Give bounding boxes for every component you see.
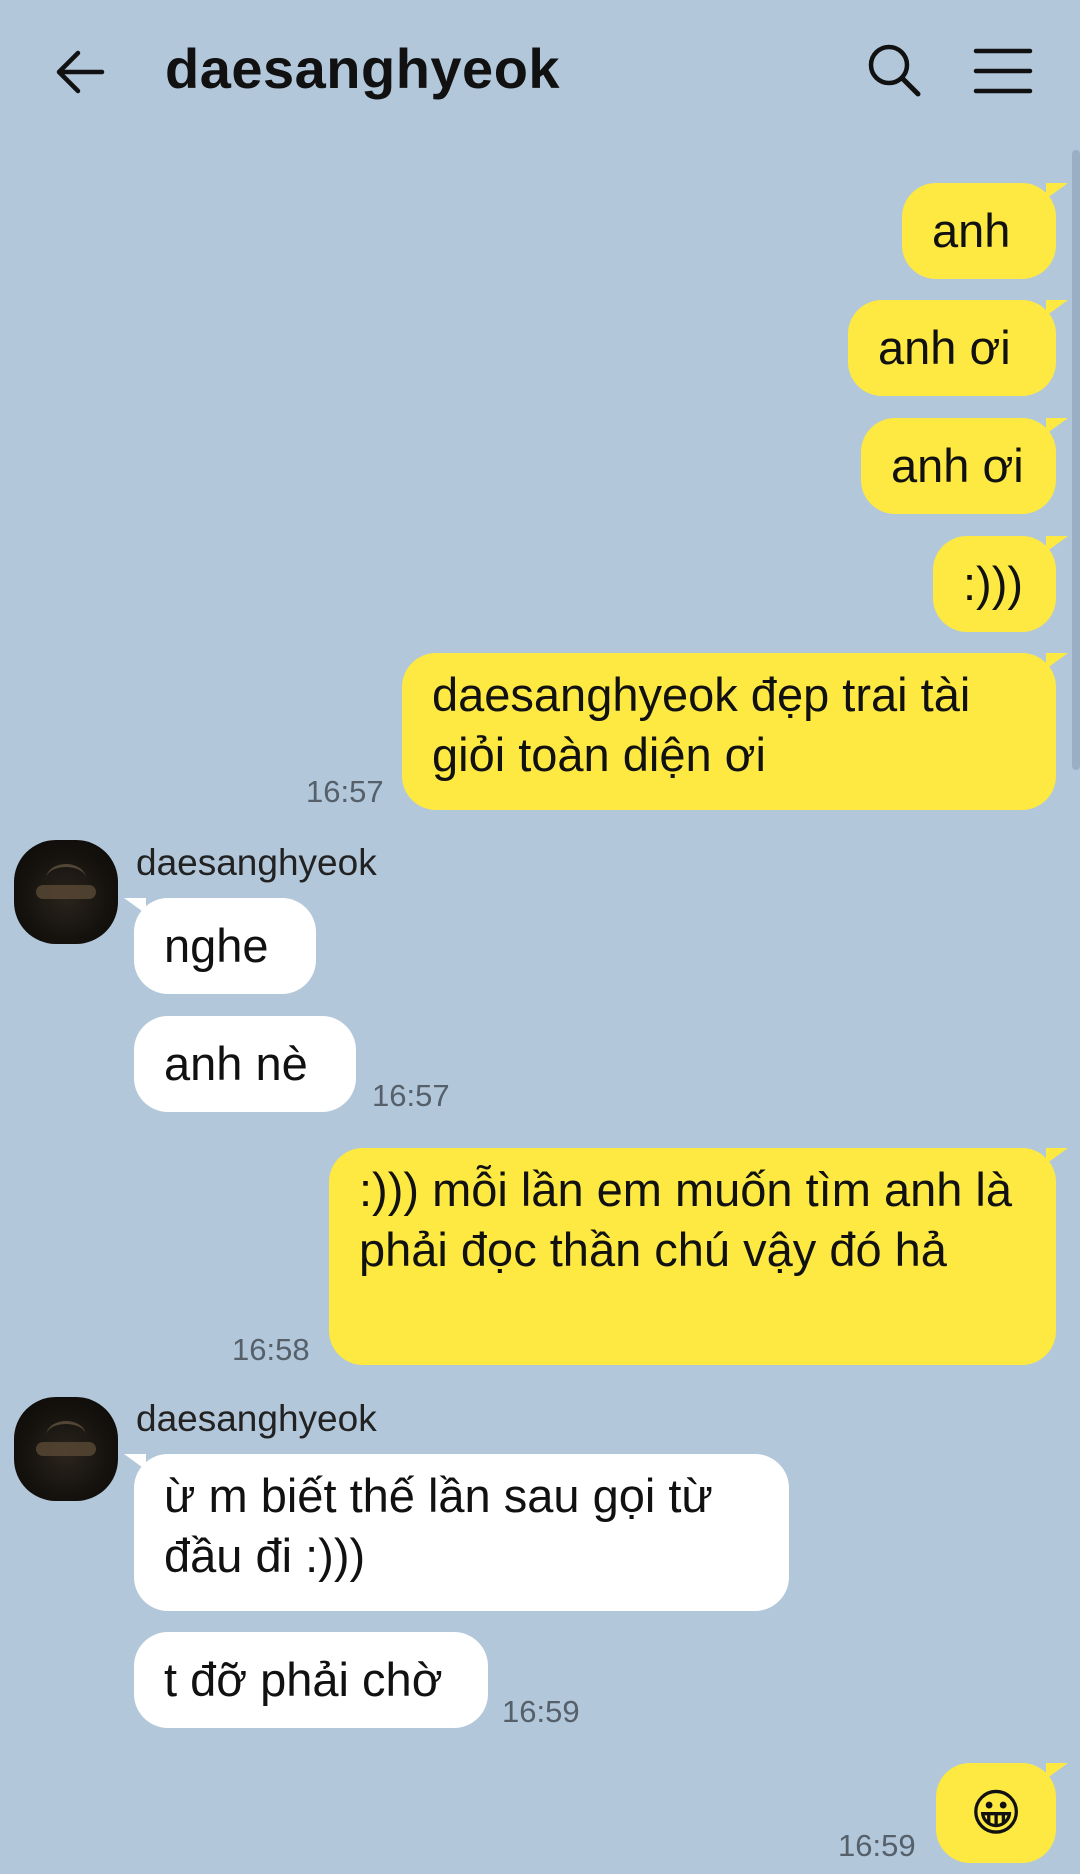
message-bubble[interactable]: ừ m biết thế lần sau gọi từ đầu đi :))) <box>134 1454 789 1611</box>
message-text: anh ơi <box>891 439 1024 492</box>
message-bubble[interactable]: anh <box>902 183 1056 279</box>
message-bubble[interactable]: 😀 <box>936 1763 1056 1863</box>
message-bubble[interactable]: anh nè <box>134 1016 356 1112</box>
message-bubble[interactable]: t đỡ phải chờ <box>134 1632 488 1728</box>
chat-header: daesanghyeok <box>0 0 1080 145</box>
message-bubble[interactable]: nghe <box>134 898 316 994</box>
message-text: daesanghyeok đẹp trai tài giỏi toàn diện… <box>432 668 971 781</box>
message-text: nghe <box>164 919 269 972</box>
chat-title: daesanghyeok <box>165 37 561 100</box>
message-text: anh ơi <box>878 321 1011 374</box>
sender-name: daesanghyeok <box>136 842 377 883</box>
search-button[interactable] <box>862 38 928 104</box>
message-bubble[interactable]: daesanghyeok đẹp trai tài giỏi toàn diện… <box>402 653 1056 810</box>
sender-name: daesanghyeok <box>136 1398 377 1439</box>
avatar[interactable] <box>14 1397 118 1501</box>
message-time: 16:59 <box>838 1828 916 1863</box>
message-bubble[interactable]: anh ơi <box>848 300 1056 396</box>
message-text: t đỡ phải chờ <box>164 1653 443 1706</box>
hamburger-menu-icon <box>973 48 1033 94</box>
message-text: :))) <box>963 557 1024 610</box>
avatar[interactable] <box>14 840 118 944</box>
message-bubble[interactable]: :))) <box>933 536 1056 632</box>
grinning-face-emoji: 😀 <box>969 1784 1023 1842</box>
back-button[interactable] <box>50 42 110 102</box>
message-time: 16:57 <box>306 774 384 809</box>
message-time: 16:58 <box>232 1332 310 1367</box>
arrow-left-icon <box>56 50 105 94</box>
menu-button[interactable] <box>972 42 1034 100</box>
message-text: anh <box>932 204 1011 257</box>
scrollbar[interactable] <box>1072 150 1080 770</box>
message-text: ừ m biết thế lần sau gọi từ đầu đi :))) <box>164 1469 713 1582</box>
message-text: anh nè <box>164 1037 308 1090</box>
message-text: :))) mỗi lần em muốn tìm anh là phải đọc… <box>359 1163 1012 1276</box>
message-time: 16:59 <box>502 1694 580 1729</box>
message-time: 16:57 <box>372 1078 450 1113</box>
message-bubble[interactable]: anh ơi <box>861 418 1056 514</box>
message-bubble[interactable]: :))) mỗi lần em muốn tìm anh là phải đọc… <box>329 1148 1056 1365</box>
search-icon <box>868 44 921 97</box>
